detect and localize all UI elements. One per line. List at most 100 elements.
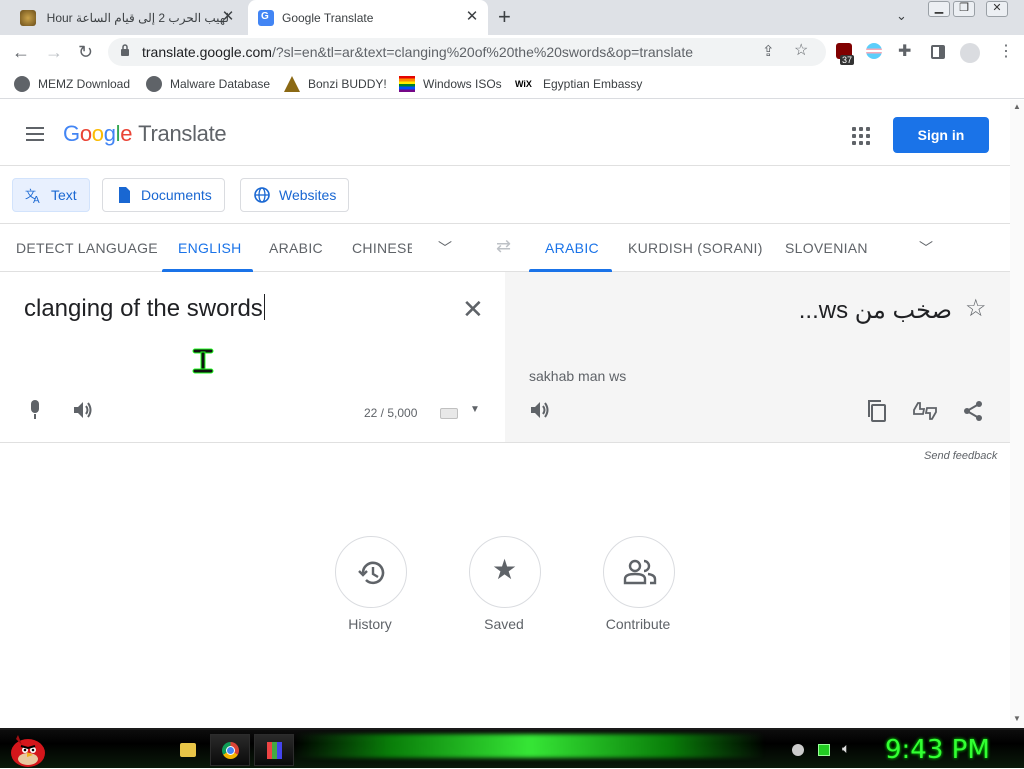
close-tab-icon[interactable]: ✕ [220, 9, 236, 25]
sign-in-button[interactable]: Sign in [893, 117, 989, 153]
target-lang-arabic[interactable]: ARABIC [545, 240, 599, 256]
source-lang-arabic[interactable]: ARABIC [269, 240, 323, 256]
documents-mode-button[interactable]: Documents [102, 178, 225, 212]
target-lang-kurdish[interactable]: KURDISH (SORANI) [628, 240, 763, 256]
google-apps-icon[interactable] [852, 127, 870, 145]
target-lang-more-chevron-icon[interactable]: ﹀ [919, 238, 933, 258]
listen-source-icon[interactable] [72, 400, 94, 420]
ibeam-cursor-icon [192, 348, 214, 374]
source-lang-chinese[interactable]: CHINESE [352, 240, 412, 256]
contribute-label: Contribute [605, 616, 671, 632]
bookmark-label: Malware Database [170, 77, 271, 91]
tab-arabic-game[interactable]: لهيب الحرب 2 إلى قيام الساعة nal Hour ✕ [12, 0, 244, 35]
share-icon[interactable]: ⇪ [762, 41, 775, 63]
websites-mode-button[interactable]: Websites [240, 178, 350, 212]
history-button[interactable] [335, 536, 407, 608]
side-panel-icon[interactable] [931, 45, 945, 59]
keyboard-icon[interactable] [440, 408, 458, 419]
profile-avatar-icon[interactable] [960, 43, 980, 63]
game-favicon-icon [20, 9, 36, 26]
globe-icon [146, 76, 162, 92]
back-arrow-icon[interactable]: ← [12, 41, 30, 63]
rainbow-flag-icon [399, 76, 415, 92]
source-text-panel[interactable]: clanging of the swords ✕ 22 / 5,000 ▼ [0, 272, 505, 443]
source-text-input[interactable]: clanging of the swords [24, 294, 265, 323]
translate-favicon-icon: G [258, 9, 274, 26]
bookmark-malware-db[interactable]: Malware Database [146, 76, 270, 92]
source-lang-english[interactable]: ENGLISH [178, 240, 242, 256]
tab-search-chevron-icon[interactable]: ⌄ [896, 8, 907, 24]
wix-icon: WiX [515, 79, 532, 89]
bookmark-memz[interactable]: MEMZ Download [14, 76, 130, 92]
folder-icon [180, 743, 196, 757]
url-host: translate.google.com [142, 44, 272, 60]
target-lang-slovenian[interactable]: SLOVENIAN [785, 240, 868, 256]
rate-translation-icon[interactable] [912, 400, 938, 422]
taskbar-glow [295, 734, 765, 758]
browser-toolbar: ← → ↻ translate.google.com/?sl=en&tl=ar&… [0, 35, 1024, 69]
bookmark-label: Windows ISOs [423, 77, 502, 91]
tab-strip: لهيب الحرب 2 إلى قيام الساعة nal Hour ✕ … [0, 0, 1024, 35]
taskbar-explorer-button[interactable] [168, 734, 208, 766]
close-window-button[interactable]: ✕ [986, 1, 1008, 17]
new-tab-button[interactable]: + [498, 6, 511, 28]
url-text: translate.google.com/?sl=en&tl=ar&text=c… [142, 44, 693, 60]
chrome-icon-center [226, 746, 235, 755]
keyboard-dropdown-icon[interactable]: ▼ [470, 404, 480, 415]
address-bar[interactable]: translate.google.com/?sl=en&tl=ar&text=c… [108, 38, 826, 66]
google-translate-logo[interactable]: Google Translate [63, 121, 227, 147]
text-mode-button[interactable]: 文A Text [12, 178, 90, 212]
tray-display-icon[interactable] [818, 744, 830, 756]
tab-title: Google Translate [282, 10, 374, 25]
main-menu-icon[interactable] [26, 127, 44, 145]
menu-dots-icon[interactable]: ⋮ [998, 41, 1014, 63]
page-scrollbar[interactable]: ▲ ▼ [1010, 100, 1024, 728]
close-tab-icon[interactable]: ✕ [464, 9, 480, 25]
saved-button[interactable]: ★ [469, 536, 541, 608]
bookmark-label: Bonzi BUDDY! [308, 77, 387, 91]
angry-bird-start-icon[interactable] [6, 731, 48, 769]
taskbar-clock[interactable]: 9:43 PM [885, 735, 990, 765]
flag-extension-icon[interactable] [866, 43, 882, 59]
language-bar: DETECT LANGUAGE ENGLISH ARABIC CHINESE ﹀… [0, 223, 1010, 272]
listen-translation-icon[interactable] [529, 400, 551, 420]
transliteration-text: sakhab man ws [529, 368, 627, 384]
source-lang-detect[interactable]: DETECT LANGUAGE [16, 240, 158, 256]
tab-google-translate[interactable]: G Google Translate ✕ [248, 0, 488, 35]
forward-arrow-icon[interactable]: → [45, 41, 63, 63]
bookmark-bonzi[interactable]: Bonzi BUDDY! [284, 76, 387, 92]
swap-languages-icon[interactable]: ⇄ [496, 236, 511, 257]
source-lang-more-chevron-icon[interactable]: ﹀ [438, 238, 452, 258]
minimize-button[interactable]: ▁ [928, 1, 950, 17]
reload-icon[interactable]: ↻ [78, 41, 93, 63]
translate-page: Google Translate Sign in 文A Text Document… [0, 100, 1010, 728]
bookmark-egyptian-embassy[interactable]: WiX Egyptian Embassy [515, 76, 642, 92]
tray-volume-icon[interactable]: 🔈︎ [842, 740, 850, 757]
extensions-puzzle-icon[interactable]: ✚ [898, 41, 911, 63]
restore-button[interactable]: ❐ [953, 1, 975, 17]
bookmarks-bar: MEMZ Download Malware Database Bonzi BUD… [0, 69, 1024, 99]
bookmark-star-icon[interactable]: ☆ [794, 40, 808, 62]
send-feedback-link[interactable]: Send feedback [924, 450, 997, 462]
saved-label: Saved [484, 616, 524, 632]
scroll-up-arrow-icon[interactable]: ▲ [1013, 102, 1021, 111]
scroll-down-arrow-icon[interactable]: ▼ [1013, 714, 1021, 723]
url-path: /?sl=en&tl=ar&text=clanging%20of%20the%2… [271, 44, 694, 60]
bookmark-label: Egyptian Embassy [543, 77, 643, 91]
taskbar-chrome-button[interactable] [210, 734, 250, 766]
logo-product-name: Translate [138, 121, 227, 146]
clear-source-icon[interactable]: ✕ [462, 296, 484, 322]
bookmark-windows-isos[interactable]: Windows ISOs [399, 76, 502, 92]
copy-translation-icon[interactable] [866, 399, 888, 423]
contribute-button[interactable] [603, 536, 675, 608]
text-caret [263, 294, 265, 320]
app-icon [267, 742, 282, 759]
tray-network-icon[interactable] [792, 744, 804, 756]
tab-title: لهيب الحرب 2 إلى قيام الساعة nal Hour [44, 10, 229, 25]
taskbar-app-button[interactable] [254, 734, 294, 766]
logo-letter: o [91, 121, 104, 146]
save-translation-star-icon[interactable]: ☆ [965, 294, 987, 323]
share-translation-icon[interactable] [962, 400, 984, 422]
star-icon: ★ [492, 554, 518, 585]
microphone-icon[interactable] [28, 400, 42, 420]
